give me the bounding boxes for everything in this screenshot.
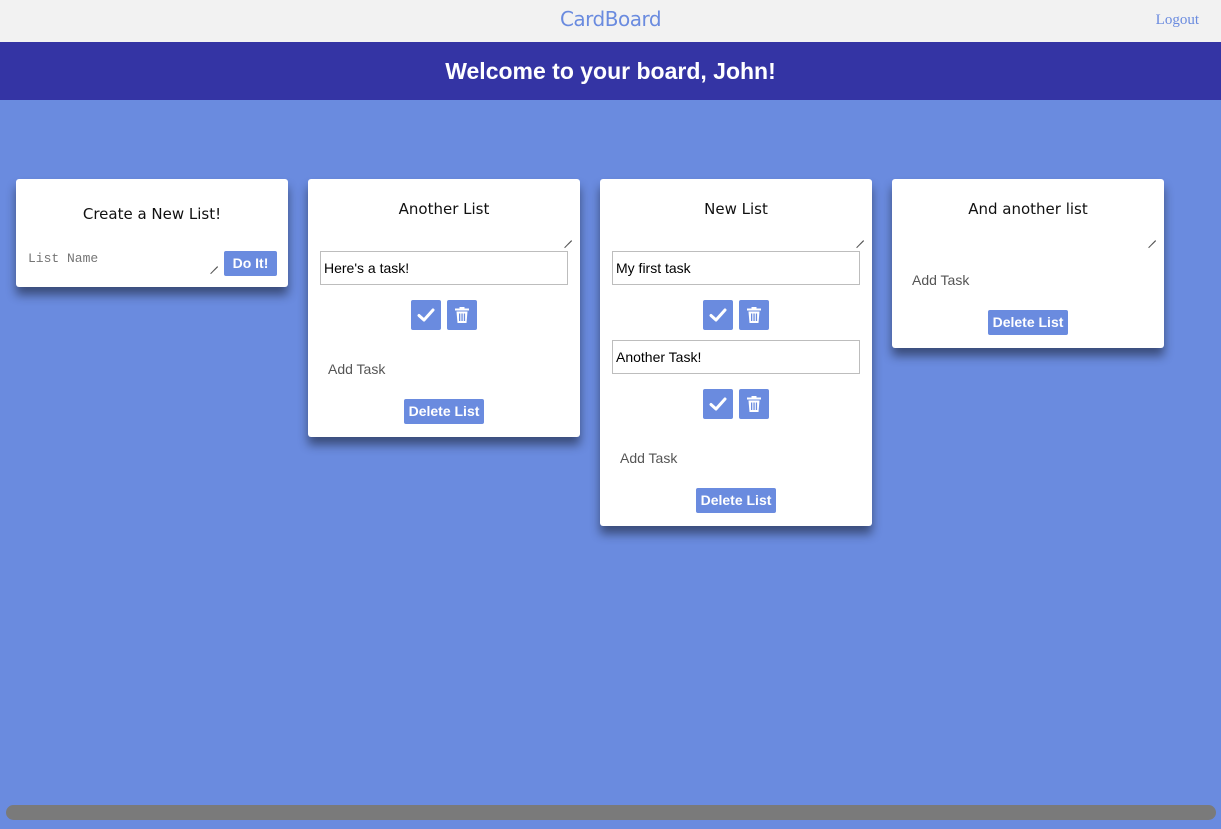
list-card: Another List Here's a task! Add Task Del…	[308, 179, 580, 437]
list-name-input[interactable]	[26, 245, 226, 271]
trash-icon	[747, 396, 761, 412]
complete-task-button[interactable]	[703, 300, 733, 330]
list-title[interactable]: New List	[610, 200, 862, 218]
resize-handle[interactable]	[564, 233, 572, 241]
top-nav-bar: CardBoard Logout	[0, 0, 1221, 42]
horizontal-scrollbar[interactable]	[6, 805, 1216, 820]
check-icon	[417, 308, 435, 322]
trash-icon	[747, 307, 761, 323]
brand-logo[interactable]: CardBoard	[0, 7, 1221, 31]
create-list-button[interactable]: Do It!	[224, 251, 277, 276]
delete-list-button[interactable]: Delete List	[696, 488, 776, 513]
add-task-link[interactable]: Add Task	[620, 450, 677, 466]
resize-handle[interactable]	[856, 233, 864, 241]
resize-handle[interactable]	[210, 259, 218, 267]
logout-link[interactable]: Logout	[1156, 12, 1199, 29]
resize-handle[interactable]	[1148, 233, 1156, 241]
complete-task-button[interactable]	[703, 389, 733, 419]
create-list-title: Create a New List!	[82, 205, 222, 223]
list-title[interactable]: Another List	[318, 200, 570, 218]
delete-task-button[interactable]	[447, 300, 477, 330]
task-input[interactable]: Another Task!	[612, 340, 860, 374]
check-icon	[709, 308, 727, 322]
task-input[interactable]: My first task	[612, 251, 860, 285]
delete-list-button[interactable]: Delete List	[404, 399, 484, 424]
task-input[interactable]: Here's a task!	[320, 251, 568, 285]
add-task-link[interactable]: Add Task	[912, 272, 969, 288]
list-title[interactable]: And another list	[902, 200, 1154, 218]
list-card: New List My first task Another Task! Add…	[600, 179, 872, 526]
check-icon	[709, 397, 727, 411]
list-card: And another list Add Task Delete List	[892, 179, 1164, 348]
add-task-link[interactable]: Add Task	[328, 361, 385, 377]
delete-task-button[interactable]	[739, 300, 769, 330]
delete-list-button[interactable]: Delete List	[988, 310, 1068, 335]
welcome-banner: Welcome to your board, John!	[0, 42, 1221, 100]
trash-icon	[455, 307, 469, 323]
complete-task-button[interactable]	[411, 300, 441, 330]
delete-task-button[interactable]	[739, 389, 769, 419]
create-list-card: Create a New List! Do It!	[16, 179, 288, 287]
